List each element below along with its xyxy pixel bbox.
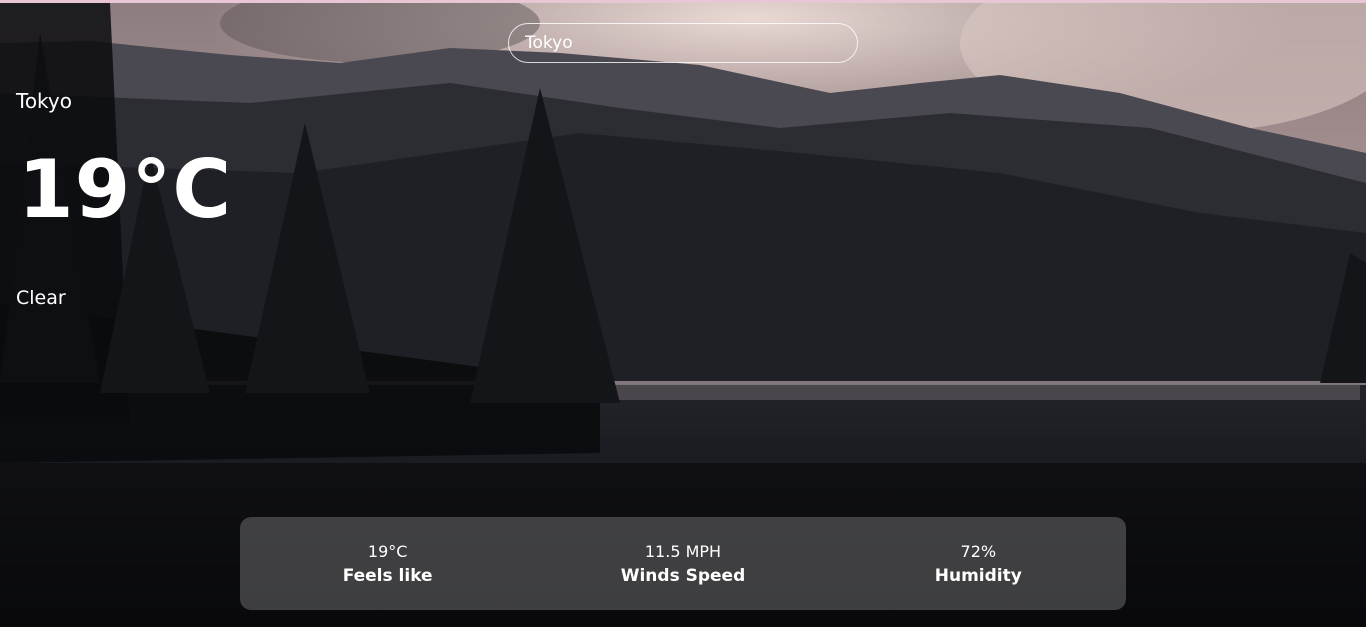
wind-speed-value: 11.5 MPH bbox=[644, 541, 722, 561]
humidity-value: 72% bbox=[960, 541, 997, 561]
wind-speed-label: Winds Speed bbox=[620, 565, 746, 586]
wind-speed-stat: 11.5 MPH Winds Speed bbox=[558, 542, 808, 586]
humidity-stat: 72% Humidity bbox=[853, 542, 1103, 586]
weather-condition: Clear bbox=[16, 287, 66, 309]
feels-like-value: 19°C bbox=[367, 541, 408, 561]
feels-like-label: Feels like bbox=[342, 565, 433, 586]
city-name: Tokyo bbox=[16, 89, 72, 113]
humidity-label: Humidity bbox=[934, 565, 1022, 586]
weather-details-panel: 19°C Feels like 11.5 MPH Winds Speed 72%… bbox=[240, 517, 1126, 610]
city-search-input[interactable] bbox=[508, 23, 858, 63]
feels-like-stat: 19°C Feels like bbox=[263, 542, 513, 586]
temperature-value: 19°C bbox=[18, 143, 233, 236]
